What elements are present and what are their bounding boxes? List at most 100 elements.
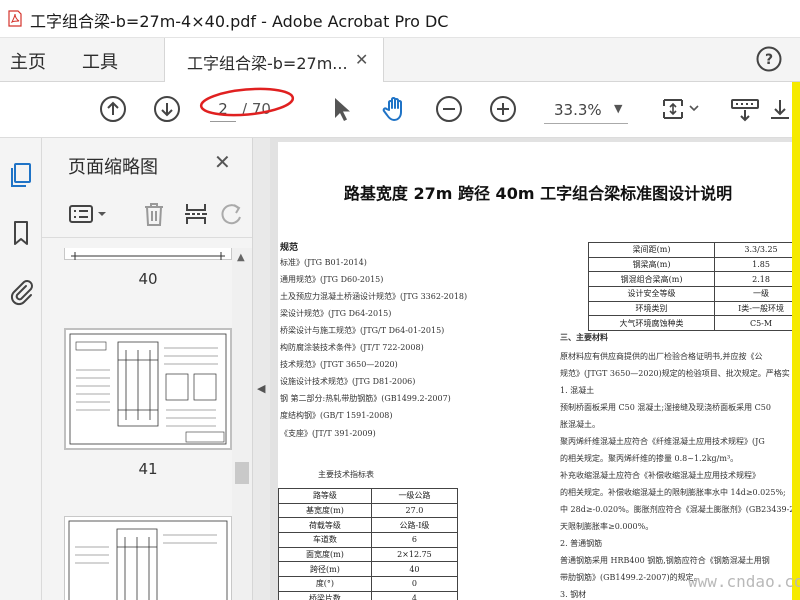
standard-line: 《支座》(JT/T 391-2009) [280, 429, 376, 438]
svg-text:?: ? [765, 52, 773, 68]
close-pane-icon[interactable]: ✕ [214, 150, 231, 174]
table-cell: 梁间距(m) [587, 242, 716, 258]
standard-line: 设施设计技术规范》(JTG D81-2006) [280, 377, 416, 386]
scroll-up-icon[interactable]: ▲ [237, 252, 245, 263]
document-tab-label: 工字组合梁-b=27m... [187, 54, 348, 73]
body-line: 1. 混凝土 [560, 386, 595, 395]
table-cell: 钢梁高(m) [587, 256, 716, 273]
thumbnail-toolbar [42, 194, 252, 238]
body-line: 胀混凝土。 [560, 420, 600, 429]
table-cell: 1.85 [714, 256, 792, 273]
zoom-in-icon[interactable] [488, 94, 518, 124]
attachments-icon[interactable] [6, 276, 36, 306]
table-cell: 一级 [714, 286, 792, 302]
body-line: 3. 钢材 [560, 590, 587, 599]
pdf-page: 路基宽度 27m 跨径 40m 工字组合梁标准图设计说明 规范 标准》(JTG … [278, 142, 792, 600]
page-thumbnails-icon[interactable] [6, 160, 36, 190]
scroll-mode-icon[interactable] [728, 94, 764, 124]
main-toolbar: 2 / 70 33.3% ▼ [0, 82, 800, 138]
table-row: 路等级 一级公路 [278, 488, 459, 504]
body-line: 天限制膨胀率≥0.000%。 [560, 522, 654, 531]
options-menu-icon[interactable] [68, 200, 112, 228]
document-viewer[interactable]: 路基宽度 27m 跨径 40m 工字组合梁标准图设计说明 规范 标准》(JTG … [270, 138, 792, 600]
table-row: 基宽度(m) 27.0 [278, 502, 459, 519]
insert-page-icon[interactable] [182, 200, 210, 228]
standard-line: 钢 第二部分:热轧带肋钢筋》(GB1499.2-2007) [280, 394, 451, 403]
table-cell: 度(°) [278, 576, 372, 592]
acrobat-app-icon [8, 10, 22, 27]
table-cell: 公路-Ⅰ级 [370, 517, 459, 534]
table-row: 梁间距(m) 3.3/3.25 [587, 242, 792, 258]
table-cell: 27.0 [370, 502, 459, 519]
select-arrow-icon[interactable] [326, 94, 356, 124]
delete-page-icon[interactable] [140, 200, 168, 228]
table-row: 钢梁高(m) 1.85 [587, 256, 792, 273]
page-up-icon[interactable] [98, 94, 128, 124]
table-row: 面宽度(m) 2×12.75 [278, 546, 459, 563]
site-watermark: www.cndao.com [688, 572, 800, 591]
body-line: 的相关规定。补偿收缩混凝土的限制膨胀率水中 14d≥0.025%; [560, 488, 786, 497]
close-tab-icon[interactable]: ✕ [355, 50, 368, 69]
thumbnail-list: 40 41 [42, 248, 232, 600]
standard-line: 度结构钢》(GB/T 1591-2008) [280, 411, 393, 420]
table-row: 车道数 6 [278, 532, 459, 548]
navigation-rail [0, 138, 42, 600]
zoom-level-select[interactable]: 33.3% ▼ [544, 100, 628, 124]
body-line: 的相关规定。聚丙烯纤维的掺量 0.8~1.2kg/m³。 [560, 454, 739, 463]
title-bar: 工字组合梁-b=27m-4×40.pdf - Adobe Acrobat Pro… [0, 0, 800, 38]
zoom-out-icon[interactable] [434, 94, 464, 124]
document-tab[interactable]: 工字组合梁-b=27m... ✕ [164, 38, 384, 82]
tools-tab[interactable]: 工具 [82, 48, 118, 74]
nav-bar: 主页 工具 工字组合梁-b=27m... ✕ ? [0, 38, 800, 82]
thumbnail-drawing [68, 520, 228, 600]
window-border-highlight [792, 82, 800, 600]
collapse-left-icon[interactable]: ◀ [257, 382, 265, 395]
table-row: 桥梁片数 4 [278, 590, 459, 600]
table-cell: 钢混组合梁高(m) [587, 271, 716, 288]
help-icon[interactable]: ? [756, 46, 782, 72]
standard-line: 构防腐涂装技术条件》(JT/T 722-2008) [280, 343, 424, 352]
section-heading: 三、主要材料 [560, 332, 608, 342]
fit-page-icon[interactable] [660, 94, 702, 124]
table-cell: 设计安全等级 [587, 286, 716, 302]
thumbnail-drawing [71, 252, 225, 260]
table-cell: 6 [370, 532, 459, 548]
table-row: 大气环境腐蚀种类 C5-M [587, 315, 792, 332]
thumbnail-scrollbar[interactable]: ▲ [232, 248, 252, 600]
body-line: 补充收缩混凝土应符合《补偿收缩混凝土应用技术规程》 [560, 471, 760, 480]
body-line: 聚丙烯纤维混凝土应符合《纤维混凝土应用技术规程》(JG [560, 437, 765, 446]
table-cell: 40 [370, 561, 459, 578]
thumbnail-label: 41 [138, 460, 158, 478]
hand-tool-icon[interactable] [380, 94, 410, 124]
scroll-thumb[interactable] [235, 462, 249, 484]
thumbnail-page-41[interactable] [64, 328, 232, 450]
table-cell: 3.3/3.25 [714, 242, 792, 258]
bookmarks-icon[interactable] [6, 218, 36, 248]
table-cell: 基宽度(m) [278, 502, 372, 519]
standard-line: 标准》(JTG B01-2014) [280, 258, 367, 267]
rotate-page-icon[interactable] [218, 200, 246, 228]
table-cell: 车道数 [278, 532, 372, 548]
thumbnail-label: 40 [138, 270, 158, 288]
zoom-value: 33.3% [554, 101, 602, 119]
pane-title: 页面缩略图 [68, 157, 158, 178]
thumbnail-page-40[interactable] [64, 248, 232, 260]
standard-line: 梁设计规范》(JTG D64-2015) [280, 309, 392, 318]
table-cell: 环境类别 [587, 300, 716, 317]
body-line: 原材料应有供应商提供的出厂检验合格证明书,并应按《公 [560, 352, 763, 361]
table-row: 跨径(m) 40 [278, 561, 459, 578]
home-tab[interactable]: 主页 [10, 48, 46, 74]
page-down-icon[interactable] [152, 94, 182, 124]
table-cell: C5-M [714, 315, 792, 332]
thumbnails-pane: 页面缩略图 ✕ 40 41 ▲ [42, 138, 252, 600]
table-cell: 跨径(m) [278, 561, 372, 578]
table-cell: 4 [370, 590, 459, 600]
page-number-annotation-circle [199, 87, 295, 117]
table-cell: 面宽度(m) [278, 546, 372, 563]
download-icon[interactable] [768, 94, 792, 124]
pane-collapse-strip[interactable]: ◀ [252, 138, 270, 600]
table-row: 设计安全等级 一级 [587, 286, 792, 302]
table-cell: 一级公路 [370, 488, 459, 504]
thumbnail-page-42[interactable] [64, 516, 232, 600]
standard-line: 桥梁设计与施工规范》(JTG/T D64-01-2015) [280, 326, 445, 335]
